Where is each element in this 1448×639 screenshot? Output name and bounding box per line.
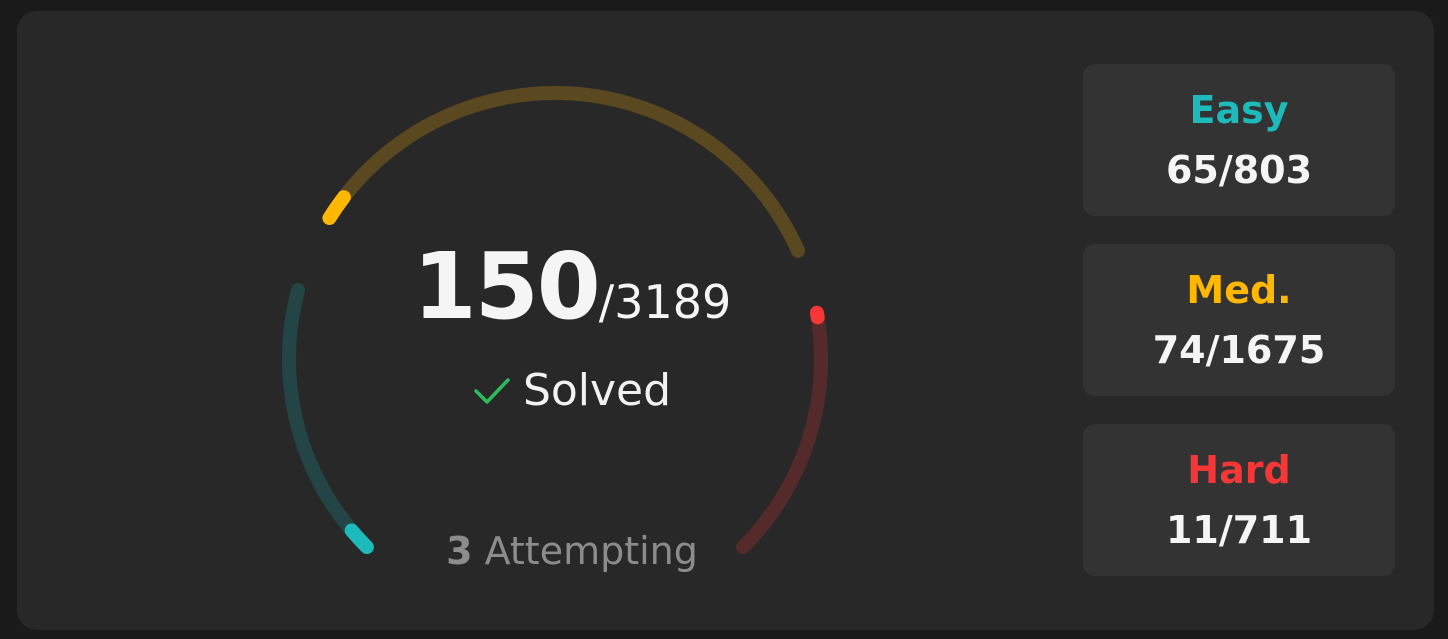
hard-value: 11/711 xyxy=(1165,508,1313,552)
medium-value: 74/1675 xyxy=(1152,328,1326,372)
attempting-count: 3 xyxy=(446,529,473,573)
hard-track xyxy=(736,305,828,555)
medium-progress xyxy=(322,190,351,226)
total-count: /3189 xyxy=(598,275,732,329)
medium-track xyxy=(322,86,805,258)
easy-label: Easy xyxy=(1189,88,1289,132)
solved-label: Solved xyxy=(522,365,672,416)
attempting-summary: 3 Attempting xyxy=(272,529,872,573)
progress-card: 150/3189 Solved 3 Attempting Easy 65/803 … xyxy=(17,11,1434,630)
hard-stat-box[interactable]: Hard 11/711 xyxy=(1083,424,1395,576)
solved-label-row: Solved xyxy=(272,365,872,416)
easy-stat-box[interactable]: Easy 65/803 xyxy=(1083,64,1395,216)
easy-value: 65/803 xyxy=(1165,148,1313,192)
check-icon xyxy=(474,377,510,404)
attempting-label: Attempting xyxy=(484,529,698,573)
medium-label: Med. xyxy=(1186,268,1292,312)
solved-count-line: 150/3189 xyxy=(272,241,872,333)
medium-stat-box[interactable]: Med. 74/1675 xyxy=(1083,244,1395,396)
solved-count: 150 xyxy=(412,233,601,340)
hard-label: Hard xyxy=(1187,448,1291,492)
